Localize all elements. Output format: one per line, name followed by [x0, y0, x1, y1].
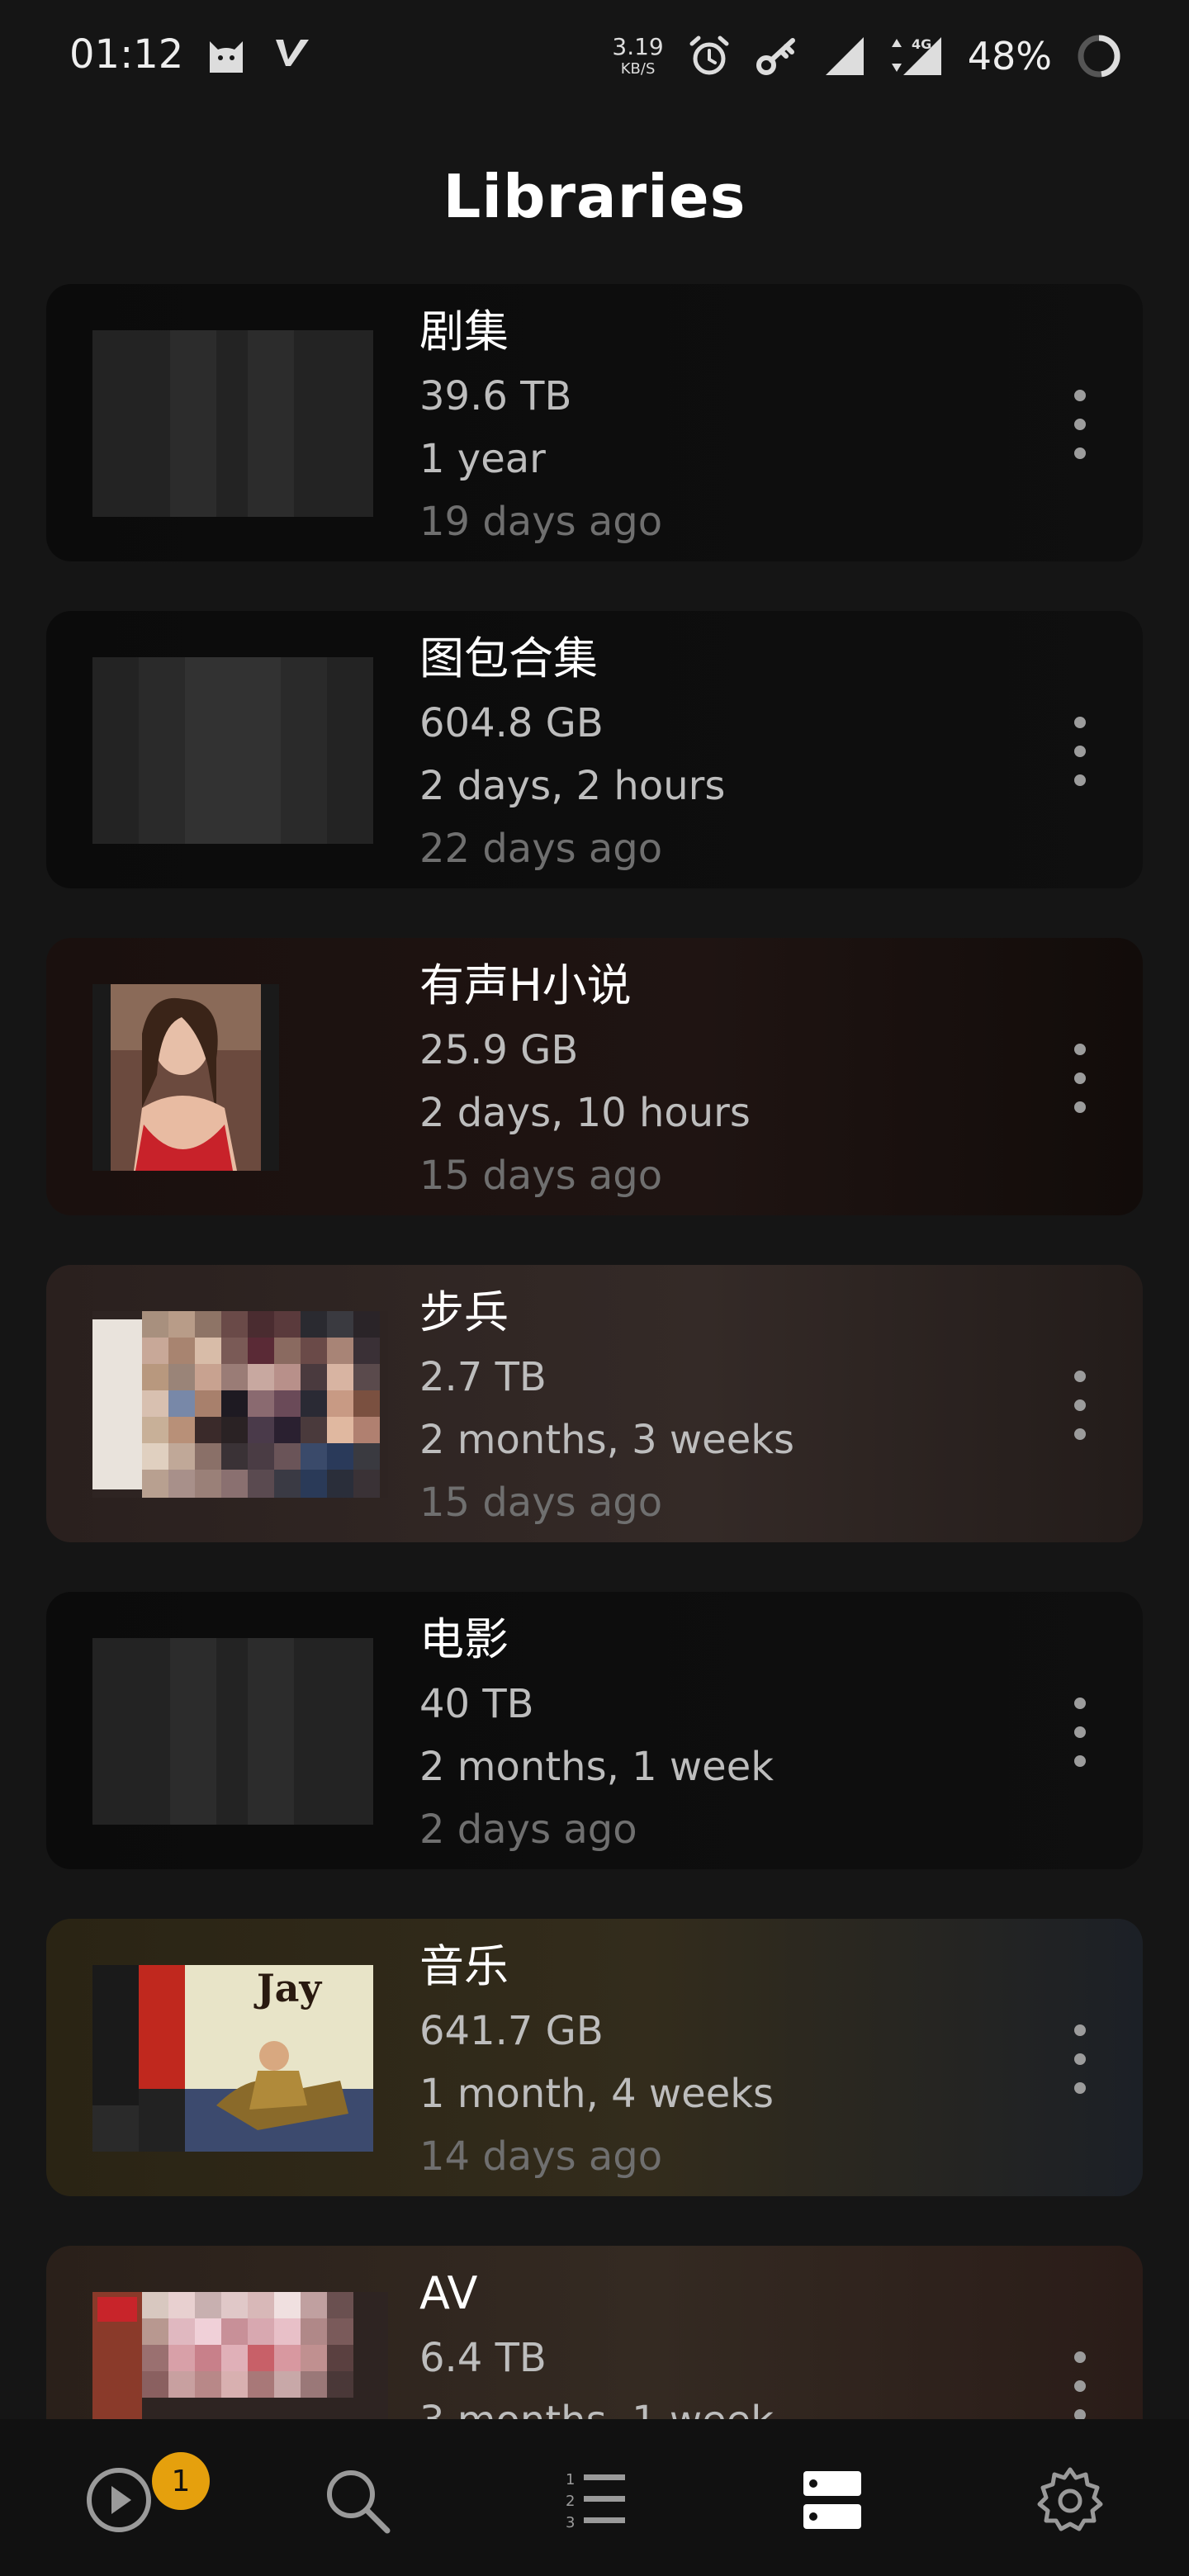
library-name: 步兵	[419, 1286, 509, 1338]
status-right: 3.19 KB/S 4G 48%	[612, 26, 1123, 86]
library-card-music[interactable]: Jay 音乐 641.7 GB 1 month, 4 weeks 14 days…	[46, 1919, 1143, 2196]
library-updated: 2 days ago	[419, 1807, 637, 1853]
library-name: 音乐	[419, 1940, 509, 1992]
svg-text:3: 3	[566, 2514, 575, 2531]
libraries-icon	[803, 2471, 861, 2529]
status-bar: 01:12 3.19 KB/S 4G 48%	[0, 0, 1189, 116]
library-updated: 15 days ago	[419, 1153, 663, 1199]
library-thumbnail	[92, 657, 373, 844]
library-card-image-packs[interactable]: 图包合集 604.8 GB 2 days, 2 hours 22 days ag…	[46, 611, 1143, 888]
search-tab[interactable]	[315, 2459, 398, 2541]
svg-text:1: 1	[566, 2471, 575, 2488]
library-size: 39.6 TB	[419, 373, 572, 419]
libraries-tab[interactable]	[791, 2459, 874, 2541]
more-options-icon[interactable]	[1063, 390, 1097, 459]
more-options-icon[interactable]	[1063, 1371, 1097, 1440]
library-size: 604.8 GB	[419, 700, 604, 746]
now-playing-tab[interactable]	[78, 2459, 160, 2541]
network-type-label: 4G	[912, 36, 931, 52]
signal-4g-icon: 4G	[891, 36, 941, 75]
library-duration: 1 month, 4 weeks	[419, 2071, 775, 2117]
library-duration: 3 months, 1 week	[419, 2389, 774, 2419]
more-options-icon[interactable]	[1063, 1698, 1097, 1767]
library-card-av[interactable]: AV 6.4 TB 3 months, 1 week	[46, 2246, 1143, 2419]
library-size: 40 TB	[419, 1681, 534, 1727]
more-options-icon[interactable]	[1063, 2351, 1097, 2419]
library-list: 剧集 39.6 TB 1 year 19 days ago 图包合集 604.8…	[46, 284, 1143, 2419]
library-name: 图包合集	[419, 632, 598, 684]
playlist-icon: 1 2 3	[566, 2471, 625, 2531]
library-thumbnail	[92, 984, 279, 1171]
library-card-movies[interactable]: 电影 40 TB 2 months, 1 week 2 days ago	[46, 1592, 1143, 1869]
library-duration: 2 days, 10 hours	[419, 1090, 751, 1136]
more-options-icon[interactable]	[1063, 1044, 1097, 1113]
library-thumbnail	[92, 1311, 388, 1498]
library-thumbnail	[92, 330, 373, 517]
library-name: 剧集	[419, 305, 509, 358]
library-duration: 2 days, 2 hours	[419, 763, 726, 809]
alarm-icon	[689, 36, 729, 75]
status-time: 01:12	[69, 31, 184, 78]
library-thumbnail: Jay	[92, 1965, 373, 2152]
library-size: 2.7 TB	[419, 1354, 547, 1400]
library-thumbnail	[92, 1638, 373, 1825]
library-card-tv-series[interactable]: 剧集 39.6 TB 1 year 19 days ago	[46, 284, 1143, 561]
battery-ring-icon	[1078, 35, 1120, 78]
library-duration: 2 months, 1 week	[419, 1744, 775, 1790]
library-size: 6.4 TB	[419, 2335, 547, 2381]
library-card-audio-novels[interactable]: 有声H小说 25.9 GB 2 days, 10 hours 15 days a…	[46, 938, 1143, 1215]
library-size: 641.7 GB	[419, 2008, 604, 2054]
svg-text:2: 2	[566, 2493, 575, 2510]
library-name: 电影	[419, 1613, 509, 1665]
search-icon	[327, 2470, 391, 2534]
library-name: 有声H小说	[419, 959, 632, 1011]
battery-percent: 48%	[967, 34, 1052, 78]
library-updated: 19 days ago	[419, 499, 663, 545]
library-updated: 22 days ago	[419, 826, 663, 872]
key-icon	[756, 38, 795, 75]
playlists-tab[interactable]: 1 2 3	[553, 2459, 636, 2541]
signal-icon	[825, 37, 864, 75]
net-speed-unit: KB/S	[620, 60, 656, 78]
library-duration: 2 months, 3 weeks	[419, 1417, 795, 1463]
settings-tab[interactable]	[1029, 2459, 1111, 2541]
library-updated: 15 days ago	[419, 1480, 663, 1526]
library-name: AV	[419, 2267, 478, 2319]
net-speed: 3.19 KB/S	[612, 36, 663, 77]
library-card-infantry[interactable]: 步兵 2.7 TB 2 months, 3 weeks 15 days ago	[46, 1265, 1143, 1542]
album-cover-text: Jay	[253, 1966, 323, 2010]
more-options-icon[interactable]	[1063, 2024, 1097, 2094]
library-thumbnail	[92, 2292, 388, 2419]
library-duration: 1 year	[419, 436, 546, 482]
queue-badge: 1	[152, 2452, 210, 2510]
more-options-icon[interactable]	[1063, 717, 1097, 786]
library-updated: 14 days ago	[419, 2133, 663, 2180]
net-speed-value: 3.19	[612, 33, 664, 60]
bottom-navigation: 1 1 2 3	[0, 2419, 1189, 2576]
library-size: 25.9 GB	[419, 1027, 579, 1073]
v-icon	[276, 40, 309, 66]
cat-icon	[210, 41, 243, 73]
now-playing-icon	[87, 2468, 151, 2532]
settings-icon	[1037, 2467, 1103, 2531]
page-title: Libraries	[443, 162, 746, 231]
